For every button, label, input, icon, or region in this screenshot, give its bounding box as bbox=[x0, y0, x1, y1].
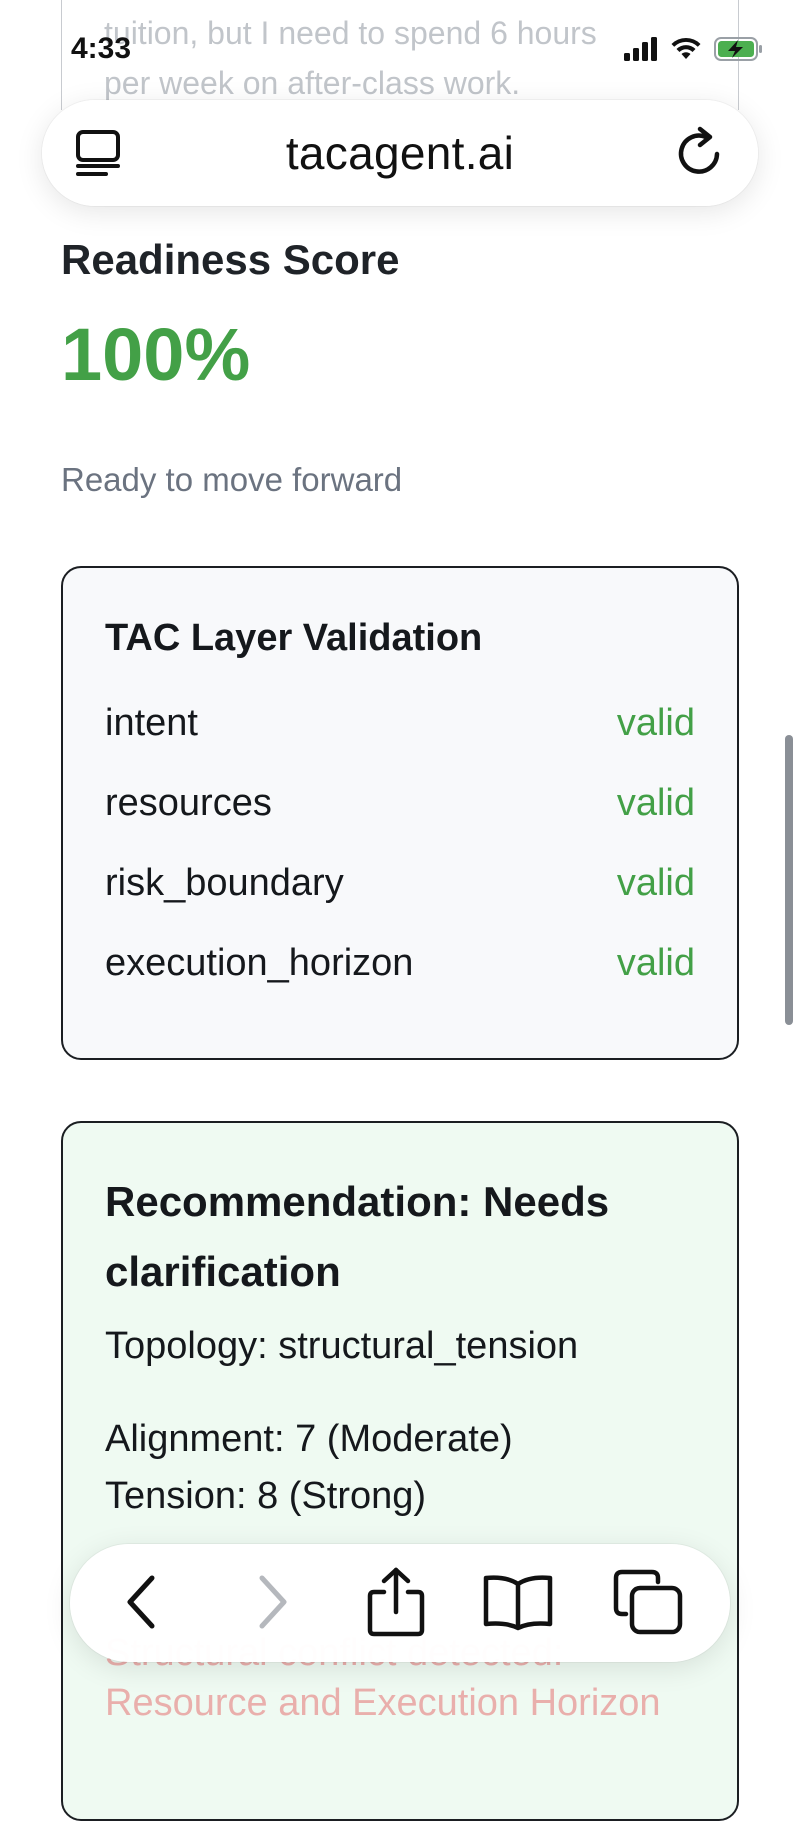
layer-status: valid bbox=[616, 942, 695, 985]
validation-row-resources: resources valid bbox=[105, 764, 695, 844]
book-icon bbox=[480, 1572, 556, 1637]
back-button[interactable] bbox=[106, 1568, 178, 1640]
status-time: 4:33 bbox=[71, 32, 132, 65]
chevron-left-icon bbox=[118, 1572, 166, 1637]
layer-name: resources bbox=[105, 782, 272, 825]
bookmarks-button[interactable] bbox=[482, 1568, 554, 1640]
reader-icon[interactable] bbox=[72, 126, 126, 180]
cellular-signal-icon bbox=[624, 37, 658, 66]
tabs-icon bbox=[612, 1568, 684, 1641]
chevron-right-icon bbox=[248, 1572, 296, 1637]
scroll-indicator[interactable] bbox=[785, 735, 793, 1025]
recommendation-card: Recommendation: Needs clarification Topo… bbox=[61, 1121, 739, 1821]
forward-button[interactable] bbox=[236, 1568, 308, 1640]
layer-name: intent bbox=[105, 702, 198, 745]
wifi-icon bbox=[670, 37, 702, 66]
share-button[interactable] bbox=[360, 1566, 432, 1643]
validation-row-risk-boundary: risk_boundary valid bbox=[105, 844, 695, 924]
layer-status: valid bbox=[616, 702, 695, 745]
tension-text: Tension: 8 (Strong) bbox=[105, 1475, 427, 1517]
validation-title: TAC Layer Validation bbox=[105, 617, 483, 659]
readiness-title: Readiness Score bbox=[61, 236, 400, 283]
tac-layer-validation-card: TAC Layer Validation intent valid resour… bbox=[61, 566, 739, 1060]
recommendation-title: Recommendation: Needs clarification bbox=[105, 1178, 610, 1295]
layer-name: execution_horizon bbox=[105, 942, 414, 985]
battery-charging-icon bbox=[714, 36, 764, 67]
validation-row-execution-horizon: execution_horizon valid bbox=[105, 924, 695, 1004]
share-icon bbox=[364, 1566, 428, 1643]
alignment-text: Alignment: 7 (Moderate) bbox=[105, 1418, 513, 1460]
conflict-line: Resource and Execution Horizon bbox=[105, 1682, 661, 1724]
bottom-toolbar bbox=[70, 1544, 730, 1662]
status-bar: 4:33 bbox=[0, 0, 800, 100]
url-text[interactable]: tacagent.ai bbox=[286, 126, 514, 180]
address-bar[interactable]: tacagent.ai bbox=[42, 100, 758, 206]
validation-row-intent: intent valid bbox=[105, 684, 695, 764]
layer-status: valid bbox=[616, 782, 695, 825]
layer-name: risk_boundary bbox=[105, 862, 344, 905]
readiness-score-value: 100% bbox=[61, 313, 251, 396]
topology-text: Topology: structural_tension bbox=[105, 1325, 579, 1367]
reload-icon[interactable] bbox=[670, 124, 728, 182]
tabs-button[interactable] bbox=[612, 1568, 684, 1640]
status-icons bbox=[624, 36, 764, 67]
layer-status: valid bbox=[616, 862, 695, 905]
readiness-status-text: Ready to move forward bbox=[61, 461, 403, 498]
